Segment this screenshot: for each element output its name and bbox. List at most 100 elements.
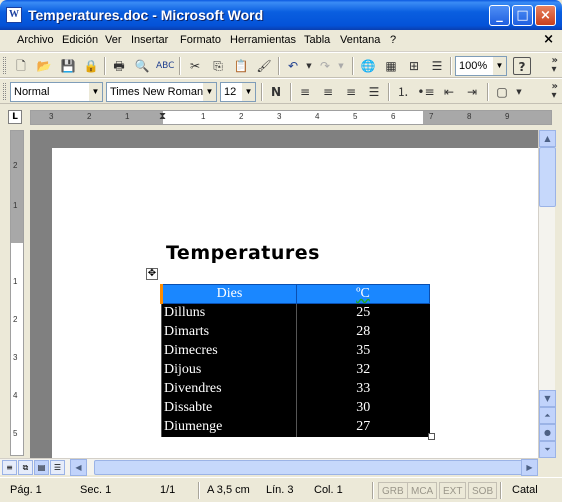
toolbar-grip[interactable]	[3, 83, 6, 100]
borders-icon[interactable]: ▢	[493, 83, 511, 101]
minimize-button[interactable]: _	[489, 5, 510, 26]
table-cell-day[interactable]: Diumenge	[161, 417, 297, 437]
table-cell-value[interactable]: 27	[296, 417, 430, 437]
style-select[interactable]: Normal ▼	[10, 82, 103, 102]
justify-icon[interactable]: ☰	[365, 83, 383, 101]
align-center-icon[interactable]: ≡	[319, 83, 337, 101]
font-select[interactable]: Times New Roman ▼	[106, 82, 217, 102]
toolbar-grip[interactable]	[3, 57, 6, 74]
font-size-select[interactable]: 12 ▼	[220, 82, 256, 102]
normal-view-icon[interactable]: ≡	[2, 460, 17, 475]
table-move-handle-icon[interactable]: ✥	[146, 268, 158, 280]
chevron-down-icon[interactable]: ▼	[242, 83, 255, 101]
chevron-down-icon[interactable]: ▼	[89, 83, 102, 101]
menu-edicion[interactable]: Edición	[62, 34, 98, 46]
table-cell-value[interactable]: 30	[296, 398, 430, 418]
menu-tabla[interactable]: Tabla	[304, 34, 330, 46]
paste-icon[interactable]: 📋	[232, 57, 250, 75]
status-mode-ext[interactable]: EXT	[439, 482, 467, 499]
table-cell-day[interactable]: Dilluns	[161, 303, 297, 323]
vertical-scrollbar[interactable]: ▲ ▼ ⏶ ● ⏷	[538, 130, 556, 458]
outline-view-icon[interactable]: ☰	[50, 460, 65, 475]
redo-dropdown-icon[interactable]: ▼	[332, 57, 350, 75]
chevron-down-icon[interactable]: ▼	[493, 57, 506, 75]
table-row: Divendres 33	[161, 379, 430, 399]
copy-icon[interactable]: ⎘	[209, 57, 227, 75]
previous-page-icon[interactable]: ⏶	[539, 407, 556, 424]
maximize-button[interactable]: □	[512, 5, 533, 26]
table-cell-value[interactable]: 28	[296, 322, 430, 342]
web-view-icon[interactable]: ⧉	[18, 460, 33, 475]
save-icon[interactable]: 💾	[59, 57, 77, 75]
horizontal-ruler[interactable]: 3 2 1 1 2 3 4 5 6 7 8 9 ⧗	[30, 110, 552, 125]
permission-icon[interactable]: 🔒	[82, 57, 100, 75]
menu-formato[interactable]: Formato	[180, 34, 221, 46]
chevron-down-icon[interactable]: ▼	[203, 83, 216, 101]
align-right-icon[interactable]: ≡	[342, 83, 360, 101]
table-resize-handle[interactable]	[428, 433, 435, 440]
table-cell-value[interactable]: 33	[296, 379, 430, 399]
table-header-cell[interactable]: Dies	[160, 284, 297, 304]
menu-archivo[interactable]: Archivo	[17, 34, 54, 46]
help-icon[interactable]: ?	[513, 57, 531, 75]
close-button[interactable]: ×	[535, 5, 556, 26]
close-document-icon[interactable]: ×	[543, 32, 554, 47]
word-app-icon[interactable]: W	[6, 7, 22, 23]
borders-dropdown-icon[interactable]: ▼	[510, 83, 528, 101]
zoom-select[interactable]: 100% ▼	[455, 56, 507, 76]
table-cell-value[interactable]: 32	[296, 360, 430, 380]
open-folder-icon[interactable]: 📂	[35, 57, 53, 75]
toolbar-options-icon[interactable]: » ▾	[552, 56, 558, 75]
menu-insertar[interactable]: Insertar	[131, 34, 168, 46]
horizontal-scroll-thumb[interactable]	[94, 460, 524, 475]
format-painter-icon[interactable]: 🖌	[255, 57, 273, 75]
print-layout-view-icon[interactable]: ▤	[34, 460, 49, 475]
align-left-icon[interactable]: ≡	[296, 83, 314, 101]
tables-borders-icon[interactable]: ▦	[382, 57, 400, 75]
status-mode-grb[interactable]: GRB	[378, 482, 408, 499]
scroll-up-icon[interactable]: ▲	[539, 130, 556, 147]
tab-selector-icon[interactable]: L	[8, 110, 22, 124]
indent-marker-icon[interactable]: ⧗	[159, 111, 166, 122]
scroll-left-icon[interactable]: ◀	[70, 459, 87, 476]
scroll-right-icon[interactable]: ▶	[521, 459, 538, 476]
increase-indent-icon[interactable]: ⇥	[463, 83, 481, 101]
select-browse-object-icon[interactable]: ●	[539, 424, 556, 441]
table-cell-day[interactable]: Divendres	[161, 379, 297, 399]
next-page-icon[interactable]: ⏷	[539, 441, 556, 458]
temperatures-table[interactable]: Dies ºC Dilluns 25 Dimarts 28 Dimecres 3…	[160, 284, 430, 437]
insert-table-icon[interactable]: ⊞	[405, 57, 423, 75]
cut-icon[interactable]: ✂	[186, 57, 204, 75]
status-mode-sob[interactable]: SOB	[468, 482, 498, 499]
spelling-icon[interactable]: ABC	[156, 57, 174, 75]
menu-ventana[interactable]: Ventana	[340, 34, 380, 46]
numbering-icon[interactable]: ⒈	[394, 83, 412, 101]
insert-hyperlink-icon[interactable]: 🌐	[359, 57, 377, 75]
menu-help[interactable]: ?	[390, 34, 396, 46]
table-cell-day[interactable]: Dimecres	[161, 341, 297, 361]
vertical-ruler[interactable]: 2 1 1 2 3 4 5	[10, 130, 24, 456]
table-cell-value[interactable]: 25	[296, 303, 430, 323]
table-cell-day[interactable]: Dimarts	[161, 322, 297, 342]
document-heading[interactable]: Temperatures	[166, 242, 320, 264]
toolbar-options-icon[interactable]: » ▾	[552, 82, 558, 101]
bold-button[interactable]: N	[267, 83, 285, 101]
vertical-scroll-thumb[interactable]	[539, 147, 556, 207]
document-area[interactable]: Temperatures ✥ Dies ºC Dilluns 25 Dimart…	[30, 130, 538, 458]
new-doc-icon[interactable]: 🗋	[12, 57, 30, 75]
horizontal-scrollbar[interactable]: ≡ ⧉ ▤ ☰ ◀ ▶	[0, 458, 538, 476]
table-cell-value[interactable]: 35	[296, 341, 430, 361]
menu-ver[interactable]: Ver	[105, 34, 122, 46]
menu-herramientas[interactable]: Herramientas	[230, 34, 296, 46]
print-preview-icon[interactable]: 🔍	[133, 57, 151, 75]
scroll-down-icon[interactable]: ▼	[539, 390, 556, 407]
print-icon[interactable]: 🖶	[110, 57, 128, 75]
status-mode-mca[interactable]: MCA	[407, 482, 438, 499]
bullets-icon[interactable]: •≡	[417, 83, 435, 101]
decrease-indent-icon[interactable]: ⇤	[440, 83, 458, 101]
table-header-cell[interactable]: ºC	[296, 284, 430, 304]
document-page[interactable]: Temperatures ✥ Dies ºC Dilluns 25 Dimart…	[52, 148, 538, 458]
table-cell-day[interactable]: Dijous	[161, 360, 297, 380]
columns-icon[interactable]: ☰	[428, 57, 446, 75]
table-cell-day[interactable]: Dissabte	[161, 398, 297, 418]
